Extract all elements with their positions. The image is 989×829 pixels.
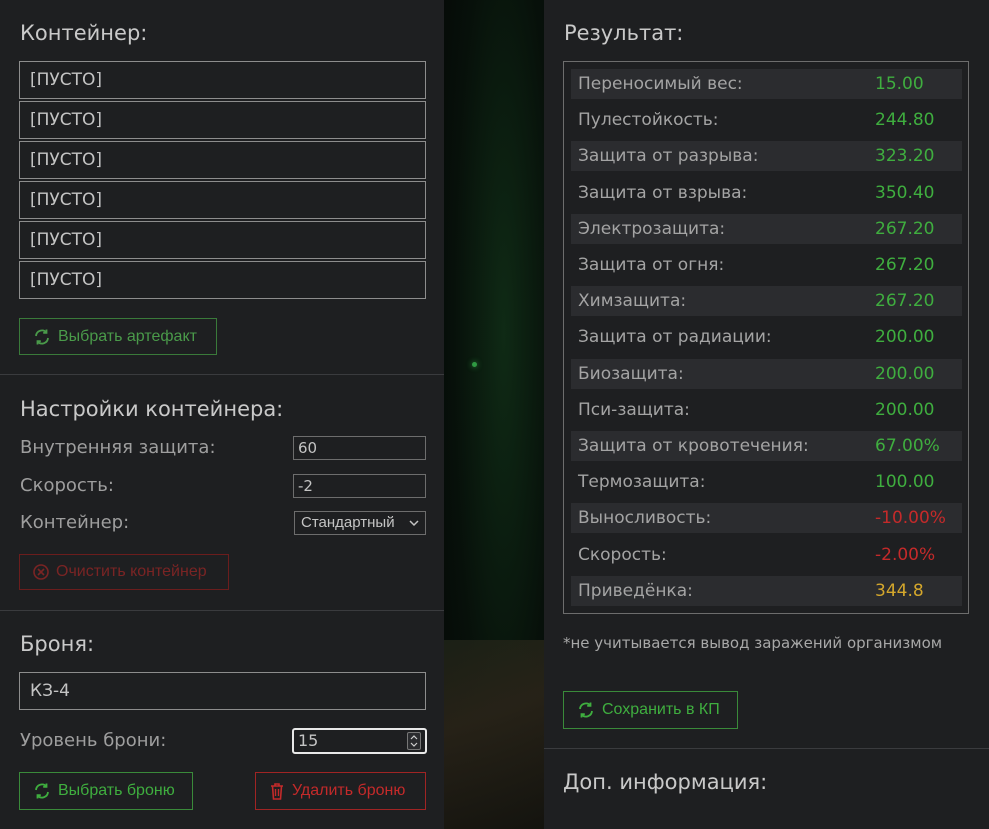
result-row: Защита от кровотечения: 67.00% [571, 431, 962, 461]
result-row-label: Приведёнка: [578, 581, 693, 601]
result-row-value: 100.00 [875, 472, 935, 492]
result-row-label: Защита от разрыва: [578, 146, 759, 166]
armor-title: Броня: [20, 632, 95, 656]
select-artifact-label: Выбрать артефакт [58, 327, 197, 345]
container-settings-title: Настройки контейнера: [20, 397, 284, 421]
result-title: Результат: [564, 21, 684, 45]
result-row: Приведёнка: 344.8 [571, 576, 962, 606]
left-panel: Контейнер: [ПУСТО] [ПУСТО] [ПУСТО] [ПУСТ… [0, 0, 444, 829]
result-row-label: Биозащита: [578, 364, 684, 384]
result-row-value: 323.20 [875, 146, 935, 166]
result-row: Переносимый вес: 15.00 [571, 69, 962, 99]
clear-container-button[interactable]: Очистить контейнер [19, 554, 229, 590]
container-type-label: Контейнер: [20, 512, 130, 533]
result-row-value: -10.00% [875, 508, 946, 528]
result-row: Пулестойкость: 244.80 [571, 105, 962, 135]
clear-container-label: Очистить контейнер [56, 563, 207, 580]
extra-info-title: Доп. информация: [563, 770, 768, 794]
result-row-value: -2.00% [875, 545, 936, 565]
background-glow [472, 362, 477, 367]
container-slot-6[interactable]: [ПУСТО] [19, 261, 426, 299]
result-row: Электрозащита: 267.20 [571, 214, 962, 244]
results-table: Переносимый вес: 15.00 Пулестойкость: 244.8… [563, 61, 969, 614]
divider [544, 748, 989, 749]
result-row-value: 200.00 [875, 327, 935, 347]
result-row-value: 350.40 [875, 183, 935, 203]
result-row: Выносливость: -10.00% [571, 503, 962, 533]
stepper-arrows-icon[interactable] [407, 732, 421, 750]
background-scene [444, 0, 544, 829]
select-artifact-button[interactable]: Выбрать артефакт [19, 318, 217, 355]
result-row-value: 267.20 [875, 219, 935, 239]
armor-level-label: Уровень брони: [20, 730, 167, 751]
armor-slot[interactable]: КЗ-4 [19, 672, 426, 710]
armor-level-value: 15 [298, 731, 319, 750]
result-row-label: Термозащита: [578, 472, 706, 492]
result-row: Биозащита: 200.00 [571, 359, 962, 389]
container-slot-5[interactable]: [ПУСТО] [19, 221, 426, 259]
result-row-value: 267.20 [875, 255, 935, 275]
result-row: Защита от огня: 267.20 [571, 250, 962, 280]
chevron-down-icon [409, 512, 419, 534]
close-circle-icon [32, 563, 50, 581]
refresh-icon [576, 700, 596, 720]
divider [0, 374, 444, 375]
speed-label: Скорость: [20, 475, 114, 496]
result-row-value: 244.80 [875, 110, 935, 130]
refresh-icon [32, 327, 52, 347]
result-row-label: Защита от взрыва: [578, 183, 748, 203]
container-slot-1[interactable]: [ПУСТО] [19, 61, 426, 99]
container-type-select[interactable]: Стандартный [294, 511, 426, 535]
result-row-label: Пулестойкость: [578, 110, 719, 130]
result-row-value: 200.00 [875, 400, 935, 420]
result-row-label: Защита от радиации: [578, 327, 772, 347]
result-row-label: Переносимый вес: [578, 74, 743, 94]
container-slot-3[interactable]: [ПУСТО] [19, 141, 426, 179]
delete-armor-label: Удалить броню [292, 782, 406, 799]
delete-armor-button[interactable]: Удалить броню [255, 772, 426, 810]
result-row-label: Выносливость: [578, 508, 712, 528]
inner-protection-label: Внутренняя защита: [20, 437, 216, 458]
result-row-label: Электрозащита: [578, 219, 726, 239]
result-row: Защита от разрыва: 323.20 [571, 141, 962, 171]
result-row-value: 200.00 [875, 364, 935, 384]
result-row-label: Пси-защита: [578, 400, 690, 420]
select-armor-button[interactable]: Выбрать броню [19, 772, 193, 810]
container-slot-4[interactable]: [ПУСТО] [19, 181, 426, 219]
container-type-value: Стандартный [301, 514, 395, 531]
container-slot-2[interactable]: [ПУСТО] [19, 101, 426, 139]
divider [0, 610, 444, 611]
result-row: Химзащита: 267.20 [571, 286, 962, 316]
result-row-value: 15.00 [875, 74, 924, 94]
save-to-kp-label: Сохранить в КП [602, 701, 720, 718]
background-rock [444, 640, 544, 829]
select-armor-label: Выбрать броню [58, 782, 175, 799]
save-to-kp-button[interactable]: Сохранить в КП [563, 691, 738, 729]
result-row: Скорость: -2.00% [571, 540, 962, 570]
result-row: Защита от радиации: 200.00 [571, 322, 962, 352]
result-row-value: 67.00% [875, 436, 940, 456]
result-note: *не учитывается вывод заражений организм… [563, 634, 943, 652]
result-row: Пси-защита: 200.00 [571, 395, 962, 425]
armor-level-stepper[interactable]: 15 [292, 728, 427, 754]
result-row: Термозащита: 100.00 [571, 467, 962, 497]
result-row-value: 344.8 [875, 581, 924, 601]
refresh-icon [32, 781, 52, 801]
result-row-label: Защита от огня: [578, 255, 725, 275]
speed-input[interactable]: -2 [293, 474, 426, 498]
result-row-value: 267.20 [875, 291, 935, 311]
result-row-label: Скорость: [578, 545, 667, 565]
result-row-label: Защита от кровотечения: [578, 436, 809, 456]
result-row-label: Химзащита: [578, 291, 687, 311]
container-title: Контейнер: [20, 21, 148, 45]
trash-icon [268, 781, 286, 801]
result-row: Защита от взрыва: 350.40 [571, 178, 962, 208]
inner-protection-input[interactable]: 60 [293, 436, 426, 460]
